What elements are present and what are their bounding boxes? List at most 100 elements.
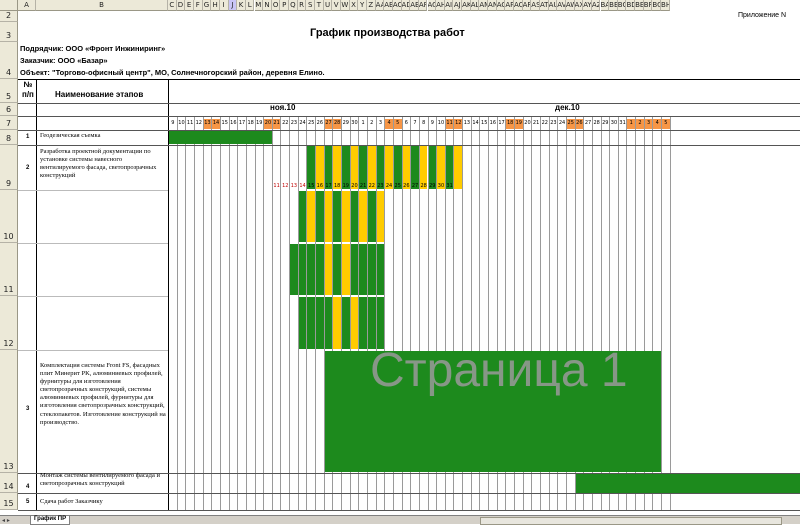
design-day-label: 14 xyxy=(299,183,306,189)
column-header[interactable]: AG xyxy=(427,0,437,11)
column-header[interactable]: AN xyxy=(488,0,497,11)
column-header[interactable]: K xyxy=(237,0,246,11)
column-header[interactable]: D xyxy=(176,0,186,11)
column-header[interactable]: X xyxy=(349,0,359,11)
row-header[interactable]: 7 xyxy=(0,116,18,130)
column-header[interactable]: T xyxy=(315,0,324,11)
task-num: 2 xyxy=(26,165,30,171)
column-header[interactable]: AY xyxy=(583,0,592,11)
column-header[interactable]: S xyxy=(306,0,316,11)
grid-line xyxy=(18,296,168,297)
design-day-label: 22 xyxy=(368,183,375,189)
column-header[interactable]: AT xyxy=(539,0,549,11)
horizontal-scrollbar[interactable] xyxy=(480,517,782,525)
column-header[interactable]: U xyxy=(323,0,333,11)
column-header[interactable]: AQ xyxy=(514,0,523,11)
column-header[interactable]: AU xyxy=(548,0,558,11)
day-cell: 1 xyxy=(627,119,636,129)
column-header[interactable]: AD xyxy=(401,0,411,11)
design-day-label: 26 xyxy=(403,183,410,189)
column-header[interactable]: AW xyxy=(565,0,575,11)
row-header[interactable]: 2 xyxy=(0,11,18,22)
day-cell: 12 xyxy=(195,120,202,126)
column-header[interactable]: E xyxy=(185,0,194,11)
column-header[interactable]: Z xyxy=(366,0,376,11)
column-header[interactable]: P xyxy=(280,0,290,11)
column-header[interactable]: Y xyxy=(358,0,367,11)
row-header[interactable]: 6 xyxy=(0,103,18,116)
column-header[interactable]: BG xyxy=(652,0,662,11)
row-header[interactable]: 3 xyxy=(0,22,18,42)
column-header[interactable]: J xyxy=(228,0,238,11)
column-header[interactable]: AC xyxy=(392,0,402,11)
bar-design xyxy=(376,244,385,295)
day-cell: 20 xyxy=(264,119,272,129)
column-header[interactable]: Q xyxy=(289,0,298,11)
column-header[interactable]: BE xyxy=(635,0,644,11)
column-header[interactable]: B xyxy=(36,0,168,11)
column-header[interactable]: BD xyxy=(626,0,636,11)
column-header[interactable]: AL xyxy=(470,0,480,11)
bar-design xyxy=(350,244,359,295)
day-cell: 5 xyxy=(393,119,402,129)
row-header[interactable]: 9 xyxy=(0,145,18,190)
column-header[interactable]: L xyxy=(245,0,255,11)
column-header[interactable]: AI xyxy=(444,0,454,11)
row-header[interactable]: 11 xyxy=(0,243,18,296)
column-header[interactable]: BF xyxy=(643,0,653,11)
column-header[interactable]: AE xyxy=(410,0,419,11)
column-header[interactable]: AB xyxy=(384,0,393,11)
column-header[interactable]: G xyxy=(202,0,212,11)
column-header[interactable]: AK xyxy=(462,0,471,11)
bar-design xyxy=(367,297,376,349)
column-header[interactable]: I xyxy=(219,0,229,11)
day-cell: 9 xyxy=(430,120,434,126)
grid-line xyxy=(670,116,671,510)
column-header[interactable]: A xyxy=(18,0,36,11)
column-header[interactable]: AM xyxy=(479,0,489,11)
row-header[interactable]: 4 xyxy=(0,42,18,79)
day-cell: 17 xyxy=(498,120,505,126)
grid-line xyxy=(263,116,264,510)
column-header[interactable]: AR xyxy=(522,0,532,11)
row-header[interactable]: 8 xyxy=(0,130,18,145)
column-header[interactable]: AV xyxy=(557,0,566,11)
column-header[interactable]: H xyxy=(211,0,220,11)
column-header[interactable]: AX xyxy=(574,0,584,11)
spreadsheet[interactable]: ABCDEFGHIJKLMNOPQRSTUVWXYZAAABACADAEAFAG… xyxy=(0,0,800,525)
row-header[interactable]: 14 xyxy=(0,473,18,493)
column-header[interactable]: AJ xyxy=(453,0,463,11)
row-header[interactable]: 12 xyxy=(0,296,18,350)
column-header[interactable]: W xyxy=(341,0,350,11)
column-header[interactable]: M xyxy=(254,0,264,11)
column-header[interactable]: N xyxy=(263,0,272,11)
day-cell: 24 xyxy=(299,120,306,126)
column-header[interactable]: O xyxy=(271,0,281,11)
grid-line xyxy=(246,116,247,510)
row-header[interactable]: 15 xyxy=(0,493,18,510)
row-header[interactable]: 10 xyxy=(0,190,18,243)
column-header[interactable]: AH xyxy=(436,0,445,11)
column-header[interactable]: AO xyxy=(496,0,506,11)
column-header[interactable]: AF xyxy=(418,0,428,11)
tab-grafik[interactable]: График ПР xyxy=(30,516,71,525)
grid-line xyxy=(18,243,168,244)
column-header[interactable]: BB xyxy=(609,0,618,11)
column-header[interactable]: AZ xyxy=(591,0,601,11)
design-day-label: 29 xyxy=(429,183,436,189)
column-header[interactable]: BA xyxy=(600,0,610,11)
column-header[interactable]: AS xyxy=(531,0,540,11)
column-header[interactable]: F xyxy=(193,0,203,11)
column-header[interactable]: C xyxy=(168,0,177,11)
bar-design xyxy=(359,297,367,349)
column-header[interactable]: BC xyxy=(617,0,627,11)
select-all-corner[interactable] xyxy=(0,0,18,11)
column-header[interactable]: AP xyxy=(505,0,514,11)
column-header[interactable]: R xyxy=(297,0,307,11)
column-header[interactable]: V xyxy=(332,0,341,11)
row-header[interactable]: 13 xyxy=(0,350,18,473)
column-header[interactable]: BH xyxy=(661,0,670,11)
row-header[interactable]: 5 xyxy=(0,79,18,103)
column-header[interactable]: AA xyxy=(375,0,385,11)
day-cell: 4 xyxy=(385,119,393,129)
